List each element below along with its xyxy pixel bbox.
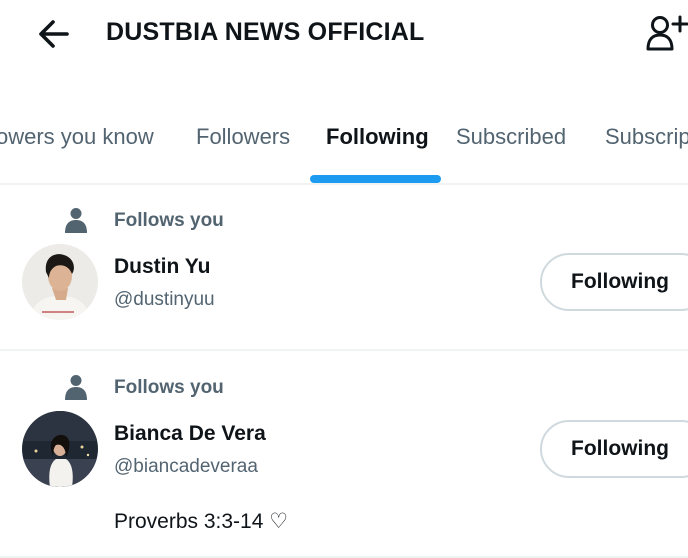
profile-tabs: owers you know Followers Following Subsc… <box>0 112 688 184</box>
back-button[interactable] <box>34 14 76 54</box>
follows-you-label: Follows you <box>114 377 224 398</box>
tab-following[interactable]: Following <box>326 124 429 150</box>
tab-followers[interactable]: Followers <box>196 124 290 150</box>
following-button[interactable]: Following <box>540 253 688 311</box>
row-divider <box>0 349 688 351</box>
user-bio: Proverbs 3:3-14 ♡ <box>114 510 289 533</box>
avatar[interactable] <box>22 244 98 320</box>
person-icon <box>65 208 87 233</box>
tab-subscribed[interactable]: Subscribed <box>456 124 566 150</box>
user-cell-dustin-yu[interactable]: Follows you Dustin Yu @dustinyuu Followi… <box>0 185 688 350</box>
top-app-bar: DUSTBIA NEWS OFFICIAL <box>0 0 688 70</box>
avatar[interactable] <box>22 411 98 487</box>
follows-you-label: Follows you <box>114 210 224 231</box>
following-button[interactable]: Following <box>540 420 688 478</box>
avatar-image <box>22 411 98 487</box>
active-tab-indicator <box>310 175 441 183</box>
add-user-icon <box>646 15 688 51</box>
add-user-button[interactable] <box>644 12 688 54</box>
page-title: DUSTBIA NEWS OFFICIAL <box>106 18 425 46</box>
user-cell-bianca-de-vera[interactable]: Follows you Bianca De Vera @biancadevera… <box>0 352 688 556</box>
tab-subscriptions[interactable]: Subscrip <box>605 124 688 150</box>
arrow-left-icon <box>39 20 69 48</box>
display-name[interactable]: Bianca De Vera <box>114 422 266 446</box>
username-handle[interactable]: @dustinyuu <box>114 289 215 311</box>
username-handle[interactable]: @biancadeveraa <box>114 456 258 478</box>
tab-followers-you-know[interactable]: owers you know <box>0 124 154 150</box>
person-icon <box>65 375 87 400</box>
avatar-image <box>22 244 98 320</box>
display-name[interactable]: Dustin Yu <box>114 255 210 279</box>
